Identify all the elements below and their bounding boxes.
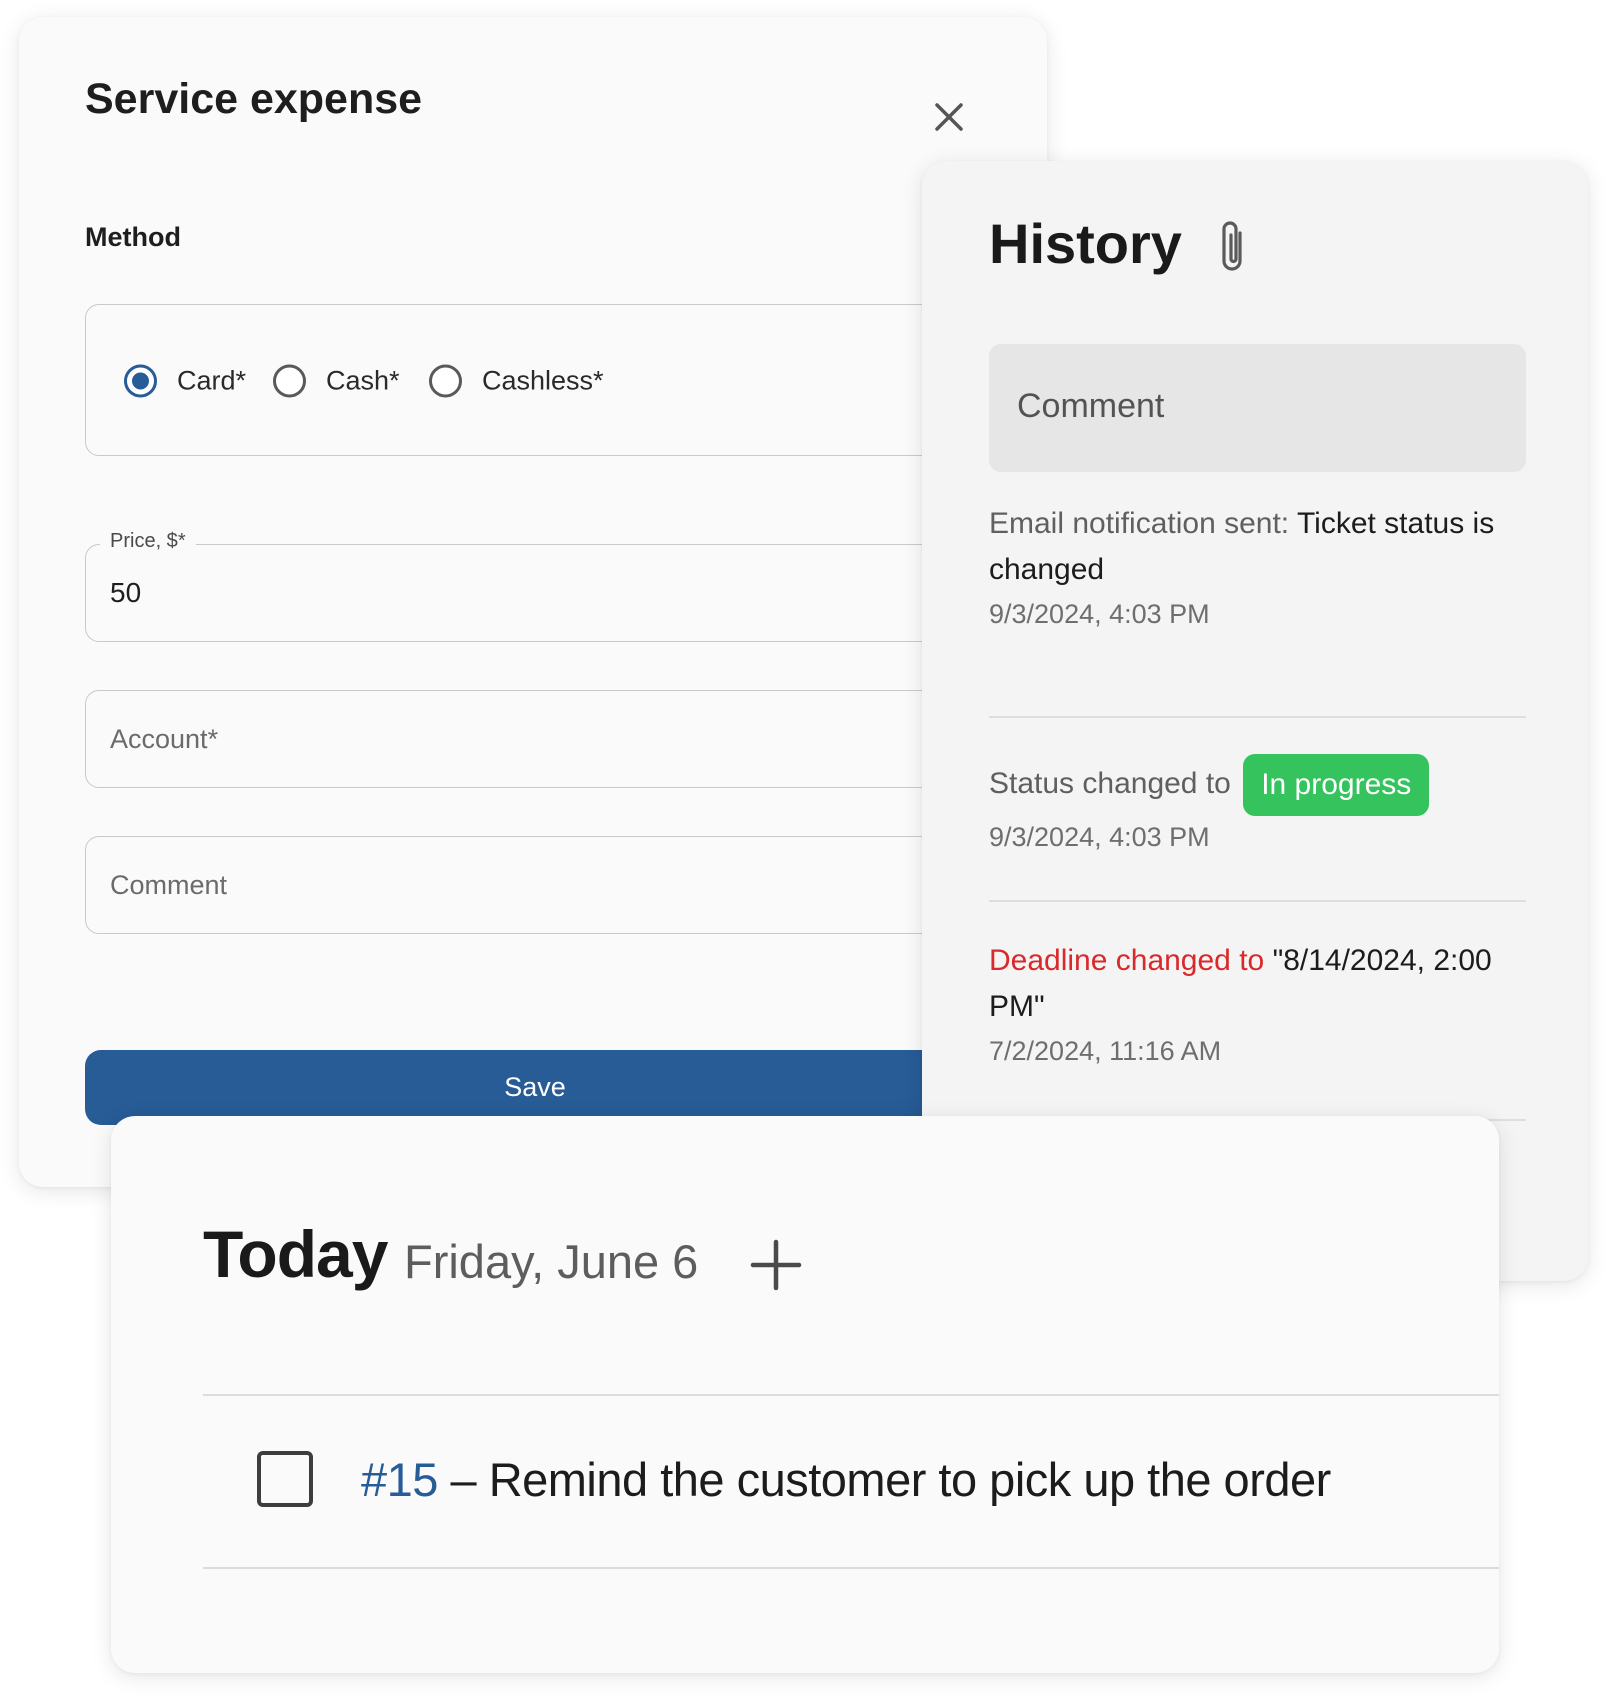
history-comment-input[interactable]: Comment <box>989 344 1526 472</box>
comment-placeholder: Comment <box>110 870 228 900</box>
history-entry: Email notification sent: Ticket status i… <box>989 501 1526 630</box>
plus-icon[interactable] <box>749 1238 803 1292</box>
service-expense-dialog: Service expense Method Card* Cash* Cashl… <box>19 17 1085 1187</box>
dialog-title: Service expense <box>85 75 423 123</box>
radio-cashless-label: Cashless <box>482 365 594 396</box>
task-checkbox[interactable] <box>257 1451 313 1507</box>
history-comment-placeholder: Comment <box>1017 387 1165 425</box>
divider <box>989 900 1526 902</box>
entry-prefix: Status changed to <box>989 766 1231 800</box>
required-mark: * <box>177 530 186 552</box>
radio-circle <box>273 364 306 398</box>
task-id-link[interactable]: #15 <box>361 1453 438 1506</box>
entry-timestamp: 9/3/2024, 4:03 PM <box>989 822 1210 852</box>
save-button[interactable]: Save <box>85 1050 985 1125</box>
radio-cashless[interactable]: Cashless* <box>429 364 604 398</box>
today-date: Friday, June 6 <box>404 1235 699 1288</box>
history-panel: History Comment Email notification sent:… <box>922 161 1588 1281</box>
required-mark: * <box>389 365 400 396</box>
required-mark: * <box>593 365 604 396</box>
entry-timestamp: 9/3/2024, 4:03 PM <box>989 599 1210 629</box>
status-badge: In progress <box>1243 754 1430 816</box>
history-entry: Status changed to In progress 9/3/2024, … <box>989 754 1526 853</box>
task-title: Remind the customer to pick up the order <box>488 1452 1332 1506</box>
divider <box>203 1394 1499 1396</box>
history-entry: Deadline changed to "8/14/2024, 2:00 PM"… <box>989 938 1526 1067</box>
method-label: Method <box>85 222 181 252</box>
required-mark: * <box>207 724 219 754</box>
price-value: 50 <box>110 577 142 608</box>
radio-circle <box>124 364 157 398</box>
entry-prefix: Deadline changed to <box>989 944 1265 977</box>
paperclip-icon[interactable] <box>1212 217 1252 281</box>
entry-prefix: Email notification sent: <box>989 507 1290 540</box>
required-mark: * <box>235 365 247 396</box>
history-title: History <box>989 212 1182 275</box>
radio-cash-label: Cash <box>326 365 390 396</box>
close-icon[interactable] <box>927 95 971 139</box>
task-item: #15 – Remind the customer to pick up the… <box>257 1451 1331 1507</box>
price-label: Price, $ <box>110 530 178 552</box>
today-panel: Today Friday, June 6 #15 – Remind the cu… <box>111 1116 1499 1673</box>
radio-card-label: Card <box>177 365 236 396</box>
radio-cash[interactable]: Cash* <box>273 364 400 398</box>
account-placeholder: Account <box>110 724 208 754</box>
radio-circle <box>429 364 462 398</box>
radio-card[interactable]: Card* <box>124 364 247 398</box>
task-separator: – <box>450 1452 477 1506</box>
entry-timestamp: 7/2/2024, 11:16 AM <box>989 1036 1222 1066</box>
today-title: Today <box>203 1217 388 1291</box>
divider <box>203 1567 1499 1569</box>
divider <box>989 716 1526 718</box>
